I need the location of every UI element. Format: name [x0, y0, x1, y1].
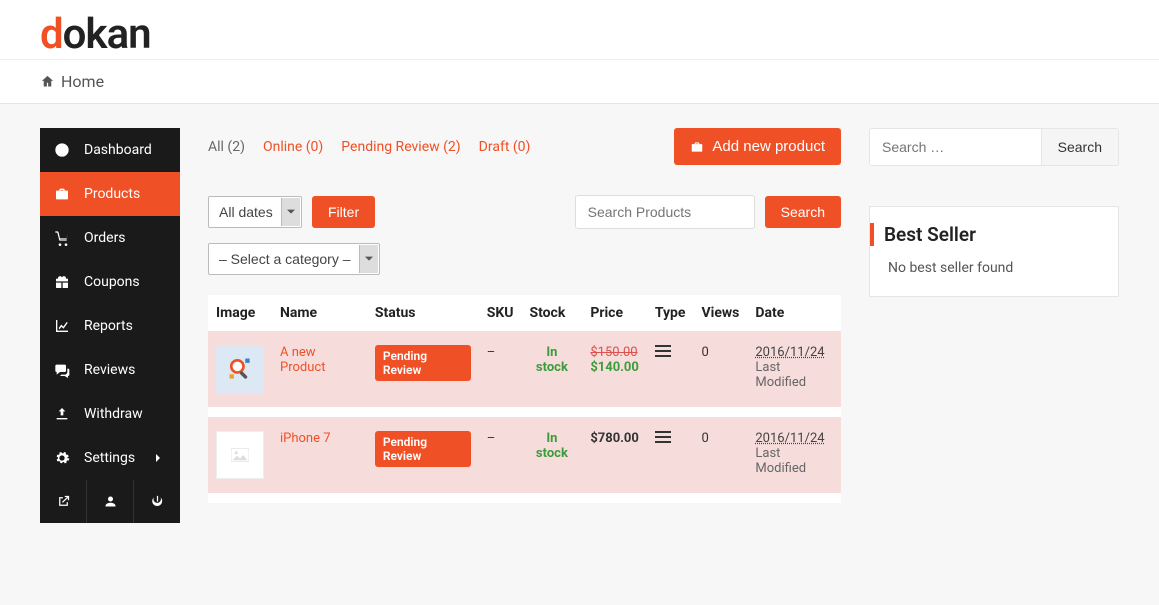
magnify-icon: [226, 355, 254, 383]
breadcrumb-home: Home: [61, 72, 104, 91]
search-products-input[interactable]: [575, 195, 755, 229]
dashboard-icon: [54, 142, 70, 158]
sidebar-item-orders[interactable]: Orders: [40, 216, 180, 260]
stock-cell: In stock: [521, 331, 582, 412]
power-button[interactable]: [134, 480, 180, 523]
best-seller-widget: Best Seller No best seller found: [869, 206, 1119, 297]
briefcase-icon: [690, 140, 704, 154]
tab-pending[interactable]: Pending Review (2): [341, 139, 460, 155]
stock-cell: In stock: [521, 412, 582, 498]
gear-icon: [54, 450, 70, 466]
gift-icon: [54, 274, 70, 290]
sidebar-item-coupons[interactable]: Coupons: [40, 260, 180, 304]
price-new: $140.00: [590, 360, 639, 375]
price-old: $150.00: [590, 345, 639, 360]
upload-icon: [54, 406, 70, 422]
sidebar-item-label: Dashboard: [84, 142, 152, 158]
product-name-link[interactable]: A new Product: [280, 345, 325, 375]
sidebar-item-label: Orders: [84, 230, 126, 246]
sidebar-item-settings[interactable]: Settings: [40, 436, 180, 480]
col-sku: SKU: [479, 295, 522, 331]
products-table: Image Name Status SKU Stock Price Type V…: [208, 295, 841, 503]
status-tabs: All (2) Online (0) Pending Review (2) Dr…: [208, 139, 530, 155]
site-search-button[interactable]: Search: [1041, 129, 1118, 165]
date-cell: 2016/11/24 Last Modified: [747, 331, 841, 412]
user-icon: [103, 494, 118, 509]
external-link-button[interactable]: [40, 480, 87, 523]
col-views: Views: [693, 295, 747, 331]
views-cell: 0: [693, 331, 747, 412]
date-cell: 2016/11/24 Last Modified: [747, 412, 841, 498]
col-status: Status: [367, 295, 479, 331]
col-price: Price: [582, 295, 647, 331]
sidebar-item-dashboard[interactable]: Dashboard: [40, 128, 180, 172]
tab-draft[interactable]: Draft (0): [479, 139, 531, 155]
widget-title: Best Seller: [870, 223, 1100, 246]
type-icon: [655, 432, 671, 447]
sidebar-item-label: Reports: [84, 318, 133, 334]
sidebar: Dashboard Products Orders Coupons Report…: [40, 128, 180, 523]
breadcrumb[interactable]: Home: [0, 59, 1159, 103]
date-filter-select[interactable]: All dates: [208, 196, 302, 228]
cart-icon: [54, 230, 70, 246]
sidebar-footer: [40, 480, 180, 523]
briefcase-icon: [54, 186, 70, 202]
comments-icon: [54, 362, 70, 378]
col-stock: Stock: [521, 295, 582, 331]
product-thumbnail[interactable]: [216, 345, 264, 393]
col-image: Image: [208, 295, 272, 331]
right-sidebar: Search Best Seller No best seller found: [869, 128, 1119, 297]
sku-cell: –: [479, 412, 522, 498]
site-search-input[interactable]: [870, 129, 1041, 165]
sidebar-item-reviews[interactable]: Reviews: [40, 348, 180, 392]
status-badge: Pending Review: [375, 345, 471, 381]
sidebar-item-label: Reviews: [84, 362, 135, 378]
status-badge: Pending Review: [375, 431, 471, 467]
main-content: All (2) Online (0) Pending Review (2) Dr…: [208, 128, 841, 503]
sidebar-item-label: Settings: [84, 450, 135, 466]
site-search: Search: [869, 128, 1119, 166]
home-icon: [40, 74, 55, 89]
search-button[interactable]: Search: [765, 196, 841, 228]
sidebar-item-label: Coupons: [84, 274, 140, 290]
logo[interactable]: dokan: [40, 10, 1119, 59]
tab-all[interactable]: All (2): [208, 139, 245, 155]
tab-online[interactable]: Online (0): [263, 139, 323, 155]
sidebar-item-label: Products: [84, 186, 140, 202]
sidebar-item-products[interactable]: Products: [40, 172, 180, 216]
filter-button[interactable]: Filter: [312, 196, 375, 228]
col-date: Date: [747, 295, 841, 331]
category-filter-select[interactable]: – Select a category –: [208, 243, 380, 275]
table-row: iPhone 7 Pending Review – In stock $780.…: [208, 412, 841, 498]
type-icon: [655, 346, 671, 361]
product-thumbnail[interactable]: [216, 431, 264, 479]
widget-body: No best seller found: [888, 260, 1100, 276]
sidebar-item-withdraw[interactable]: Withdraw: [40, 392, 180, 436]
views-cell: 0: [693, 412, 747, 498]
product-name-link[interactable]: iPhone 7: [280, 431, 331, 446]
sidebar-item-reports[interactable]: Reports: [40, 304, 180, 348]
sku-cell: –: [479, 331, 522, 412]
sidebar-item-label: Withdraw: [84, 406, 143, 422]
chevron-right-icon: [150, 450, 166, 466]
col-name: Name: [272, 295, 367, 331]
table-row: A new Product Pending Review – In stock …: [208, 331, 841, 412]
price-regular: $780.00: [590, 431, 639, 446]
profile-button[interactable]: [87, 480, 134, 523]
chart-icon: [54, 318, 70, 334]
power-icon: [150, 494, 165, 509]
external-link-icon: [56, 494, 71, 509]
image-placeholder-icon: [231, 448, 249, 462]
add-product-button[interactable]: Add new product: [674, 128, 841, 165]
col-type: Type: [647, 295, 694, 331]
